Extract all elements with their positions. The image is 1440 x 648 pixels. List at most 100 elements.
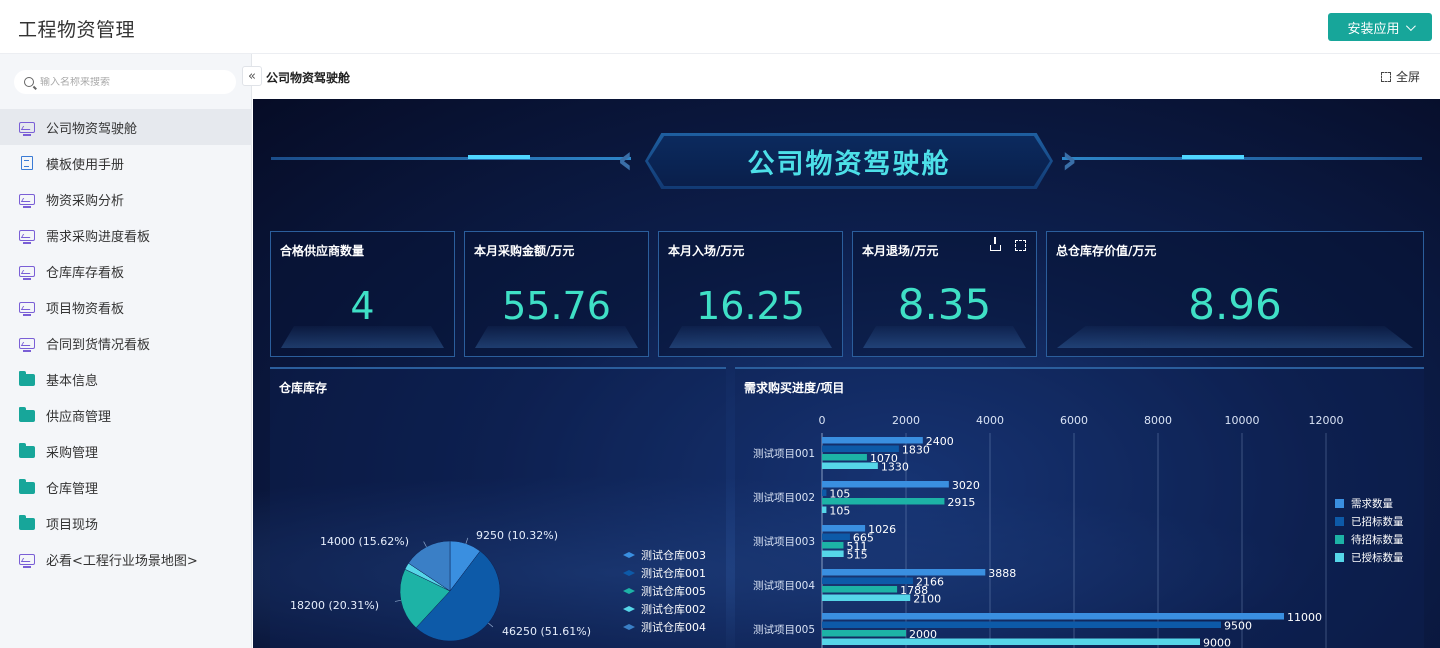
- legend-label: 测试仓库005: [641, 584, 706, 598]
- pie-leader-line: [394, 599, 401, 602]
- top-bar: 工程物资管理 安装应用: [0, 0, 1440, 54]
- kpi-platform: [475, 326, 638, 348]
- sidebar-item[interactable]: 基本信息: [0, 361, 252, 397]
- search-icon: [24, 77, 34, 87]
- chevron-right-deco-icon: ›: [1061, 137, 1078, 183]
- legend-marker: [623, 570, 635, 576]
- x-tick-label: 0: [819, 414, 826, 427]
- dashboard-screen-icon: [19, 193, 35, 208]
- bar-value-label: 1330: [881, 461, 909, 474]
- expand-icon[interactable]: [1015, 240, 1026, 251]
- sidebar-item[interactable]: 项目物资看板: [0, 289, 252, 325]
- legend-label: 已招标数量: [1351, 515, 1404, 528]
- sidebar-item-label: 采购管理: [46, 445, 99, 461]
- x-tick-label: 10000: [1225, 414, 1260, 427]
- sidebar-item[interactable]: 仓库管理: [0, 469, 252, 505]
- legend-marker: [623, 552, 635, 558]
- sidebar-item[interactable]: 公司物资驾驶舱: [0, 109, 252, 145]
- folder-icon: [19, 371, 35, 386]
- fullscreen-button[interactable]: 全屏: [1380, 68, 1420, 85]
- legend-marker: [623, 606, 635, 612]
- demand-progress-panel: 需求购买进度/项目 0 2000 4000 6000 8000 10000 12000 测试项…: [735, 367, 1424, 648]
- kpi-platform: [1057, 326, 1413, 348]
- y-tick-label: 测试项目001: [753, 447, 815, 460]
- collapse-sidebar-button[interactable]: «: [242, 66, 262, 86]
- dashboard-screen-icon: [19, 301, 35, 316]
- sidebar-item[interactable]: 模板使用手册: [0, 145, 252, 181]
- pie-leader-line: [423, 541, 427, 548]
- bar: [822, 621, 1221, 628]
- dashboard-screen-icon: [19, 553, 35, 568]
- kpi-platform: [281, 326, 444, 348]
- warehouse-inventory-panel: 仓库库存 9250 (10.32%) 46250 (51.61%) 18200 (2…: [270, 367, 726, 648]
- legend-label: 测试仓库002: [641, 602, 706, 616]
- x-tick-label: 2000: [892, 414, 920, 427]
- bar: [822, 462, 878, 469]
- legend-label: 需求数量: [1351, 497, 1393, 510]
- bar: [822, 506, 827, 513]
- search-box[interactable]: [14, 70, 236, 94]
- dashboard-screen-icon: [19, 229, 35, 244]
- bar-value-label: 2400: [926, 435, 954, 448]
- title-deco-segment: [1182, 155, 1244, 159]
- dashboard-canvas: ‹ › 公司物资驾驶舱 合格供应商数量 4 本月采购金额/万元 55.76 本月…: [253, 99, 1440, 648]
- bar-value-label: 9000: [1203, 637, 1231, 648]
- bar-value-label: 2100: [913, 593, 941, 606]
- title-deco-line: [271, 157, 631, 160]
- kpi-card-exit: 本月退场/万元 8.35: [852, 231, 1037, 357]
- kpi-card-entry: 本月入场/万元 16.25: [658, 231, 843, 357]
- search-input[interactable]: [40, 76, 220, 88]
- sidebar-item-label: 物资采购分析: [46, 193, 125, 209]
- kpi-toolbar: [990, 237, 1026, 251]
- bar: [822, 542, 844, 549]
- sidebar-item-label: 模板使用手册: [46, 157, 125, 173]
- sidebar-item[interactable]: 合同到货情况看板: [0, 325, 252, 361]
- kpi-value: 4: [350, 284, 375, 328]
- sidebar-item-label: 合同到货情况看板: [46, 337, 151, 353]
- sidebar-item[interactable]: 必看<工程行业场景地图>: [0, 541, 252, 577]
- folder-icon: [19, 407, 35, 422]
- install-app-label: 安装应用: [1347, 21, 1400, 37]
- sidebar-item[interactable]: 仓库库存看板: [0, 253, 252, 289]
- fullscreen-icon: [1380, 71, 1391, 82]
- legend-label: 测试仓库001: [641, 566, 706, 580]
- sidebar-item[interactable]: 供应商管理: [0, 397, 252, 433]
- kpi-value: 8.96: [1188, 280, 1282, 329]
- sidebar-item-label: 项目物资看板: [46, 301, 125, 317]
- export-icon[interactable]: [990, 237, 1001, 251]
- sidebar-item-label: 仓库管理: [46, 481, 99, 497]
- install-app-button[interactable]: 安装应用: [1328, 13, 1432, 41]
- kpi-value: 8.35: [897, 280, 992, 329]
- pie-slice-label: 14000 (15.62%): [320, 535, 409, 548]
- title-frame: 公司物资驾驶舱: [645, 133, 1053, 189]
- bar-value-label: 11000: [1287, 611, 1322, 624]
- kpi-platform: [669, 326, 832, 348]
- x-tick-label: 8000: [1144, 414, 1172, 427]
- pie-slice-label: 9250 (10.32%): [476, 529, 558, 542]
- legend-marker: [623, 588, 635, 594]
- kpi-card-inventory-value: 总仓库存价值/万元 8.96: [1046, 231, 1424, 357]
- bar-chart: 0 2000 4000 6000 8000 10000 12000 测试项目001 240018…: [753, 414, 1404, 648]
- y-tick-label: 测试项目004: [753, 579, 815, 592]
- bar-value-label: 105: [829, 505, 850, 518]
- bar: [822, 586, 898, 593]
- y-tick-label: 测试项目002: [753, 491, 815, 504]
- pie-chart: 9250 (10.32%) 46250 (51.61%) 18200 (20.31%…: [290, 529, 706, 642]
- legend-label: 测试仓库003: [641, 548, 706, 562]
- sidebar-nav: 公司物资驾驶舱 模板使用手册 物资采购分析需求采购进度看板仓库库存看板 项目物资看板合…: [0, 109, 252, 577]
- dashboard-title: 公司物资驾驶舱: [747, 148, 951, 180]
- pie-leader-line: [488, 622, 494, 628]
- sidebar-item-label: 仓库库存看板: [46, 265, 125, 281]
- dashboard-screen-icon: [19, 121, 35, 136]
- sidebar-item[interactable]: 需求采购进度看板: [0, 217, 252, 253]
- bar-value-label: 515: [847, 549, 868, 562]
- sidebar-item[interactable]: 项目现场: [0, 505, 252, 541]
- folder-icon: [19, 515, 35, 530]
- sidebar-item[interactable]: 采购管理: [0, 433, 252, 469]
- legend-label: 测试仓库004: [641, 620, 706, 634]
- dashboard-screen-icon: [19, 337, 35, 352]
- x-tick-label: 12000: [1309, 414, 1344, 427]
- sidebar-item-label: 公司物资驾驶舱: [46, 121, 138, 137]
- legend-marker: [1335, 535, 1344, 544]
- sidebar-item[interactable]: 物资采购分析: [0, 181, 252, 217]
